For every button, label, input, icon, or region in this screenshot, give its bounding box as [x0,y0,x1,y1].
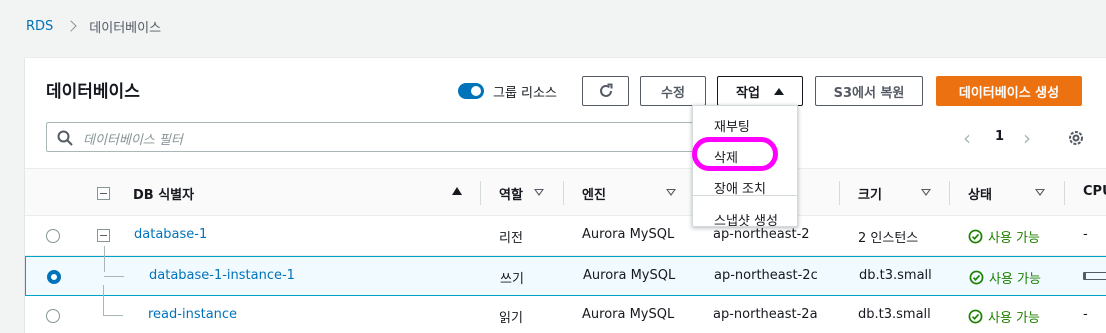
refresh-icon [599,83,612,97]
sort-icon[interactable] [921,189,931,196]
row-select-radio[interactable] [47,270,61,284]
tree-line [103,315,123,316]
group-resources-toggle[interactable] [458,83,484,99]
actions-dropdown-menu: 재부팅 삭제 장애 조치 스냅샷 생성 [692,105,798,229]
chevron-right-icon [65,20,77,32]
menu-item-delete[interactable]: 삭제 [714,147,738,166]
pagination-prev-icon[interactable]: ‹ [963,126,971,150]
status-badge: 사용 가능 [968,227,1040,246]
search-input[interactable]: 데이터베이스 필터 [46,122,724,152]
column-header-size[interactable]: 크기 [858,184,882,203]
breadcrumb: RDS 데이터베이스 [26,16,161,36]
column-header-status[interactable]: 상태 [968,184,992,203]
db-identifier-link[interactable]: database-1 [134,227,207,242]
gear-icon[interactable] [1066,128,1086,148]
size-cell: 2 인스턴스 [858,231,919,246]
engine-cell: Aurora MySQL [583,268,676,283]
sort-icon[interactable] [534,189,544,196]
size-cell: db.t3.small [858,307,931,322]
toggle-knob [471,86,481,96]
column-header-identifier[interactable]: DB 식별자 [133,184,194,203]
pagination-next-icon[interactable]: › [1023,126,1031,150]
status-badge: 사용 가능 [968,307,1040,326]
breadcrumb-current: 데이터베이스 [89,20,162,36]
cpu-cell: - [1083,307,1088,322]
breadcrumb-rds-link[interactable]: RDS [26,19,53,34]
tree-line [104,246,105,272]
group-resources-label: 그룹 리소스 [493,86,557,101]
column-divider [839,181,840,205]
region-cell: ap-northeast-2c [714,268,818,283]
caret-up-icon [773,87,784,95]
db-identifier-link[interactable]: read-instance [148,307,237,322]
role-cell: 읽기 [499,311,523,326]
size-cell: db.t3.small [859,268,932,283]
status-badge: 사용 가능 [969,268,1041,287]
db-identifier-link[interactable]: database-1-instance-1 [149,268,295,283]
refresh-button[interactable] [582,76,629,106]
cpu-utilization-fill [1084,273,1086,279]
page-title: 데이터베이스 [46,82,140,102]
role-cell: 리전 [499,231,523,246]
check-circle-icon [968,309,983,324]
sort-icon[interactable] [666,189,676,196]
databases-panel: 데이터베이스 그룹 리소스 수정 작업 S3에서 복원 데이터베이스 생성 데이… [25,57,1106,333]
tree-line [104,276,124,277]
pagination-current-page[interactable]: 1 [995,129,1004,144]
cpu-utilization-bar [1083,272,1106,280]
sort-icon[interactable] [1035,189,1045,196]
region-cell: ap-northeast-2a [713,307,818,322]
menu-divider [693,195,797,196]
check-circle-icon [969,270,984,285]
search-icon [57,130,73,146]
search-placeholder: 데이터베이스 필터 [83,133,183,148]
check-circle-icon [968,229,983,244]
row-select-radio[interactable] [46,309,60,323]
region-cell: ap-northeast-2 [713,227,810,242]
restore-from-s3-button[interactable]: S3에서 복원 [815,76,923,106]
column-divider [480,181,481,205]
table-header: DB 식별자 역할 엔진 리 크기 상태 CPU [25,168,1106,216]
cpu-cell: - [1083,227,1088,242]
table-row[interactable]: database-1-instance-1 쓰기 Aurora MySQL ap… [25,246,1106,296]
table-row[interactable]: database-1 리전 Aurora MySQL ap-northeast-… [25,216,1106,256]
sort-ascending-icon[interactable] [452,187,462,195]
menu-item-create-snapshot[interactable]: 스냅샷 생성 [714,210,778,229]
edit-button[interactable]: 수정 [640,76,706,106]
column-divider [1064,181,1065,205]
column-header-cpu[interactable]: CPU [1083,184,1106,199]
create-database-button[interactable]: 데이터베이스 생성 [936,76,1082,106]
status-text: 사용 가능 [989,272,1041,287]
role-cell: 쓰기 [500,272,524,287]
collapse-all-icon[interactable] [97,187,110,200]
actions-button-label: 작업 [736,85,760,101]
column-header-role[interactable]: 역할 [499,184,523,203]
status-text: 사용 가능 [988,311,1040,326]
table-row[interactable]: read-instance 읽기 Aurora MySQL ap-northea… [25,285,1106,333]
engine-cell: Aurora MySQL [582,307,675,322]
column-divider [563,181,564,205]
status-text: 사용 가능 [988,231,1040,246]
tree-line [103,285,104,316]
actions-button[interactable]: 작업 [717,76,803,106]
column-divider [949,181,950,205]
collapse-icon[interactable] [97,229,110,242]
column-header-engine[interactable]: 엔진 [582,184,606,203]
engine-cell: Aurora MySQL [582,227,675,242]
row-select-radio[interactable] [46,229,60,243]
menu-item-reboot[interactable]: 재부팅 [714,116,750,135]
